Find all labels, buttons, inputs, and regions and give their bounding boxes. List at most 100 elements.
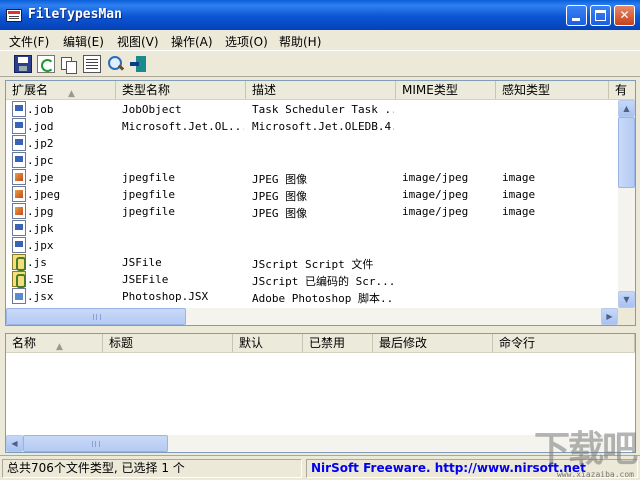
table-row[interactable]: .jpc	[6, 152, 618, 169]
image-file-icon	[12, 186, 26, 202]
file-icon	[12, 220, 26, 236]
cell-description: Microsoft.Jet.OLEDB.4.0	[252, 120, 394, 133]
properties-icon[interactable]	[83, 55, 101, 73]
copy-icon[interactable]	[60, 55, 78, 74]
table-row[interactable]: .jpg jpegfile JPEG 图像 image/jpeg image	[6, 203, 618, 220]
cell-description: JScript Script 文件	[252, 258, 374, 271]
col-name[interactable]: 名称 ▲	[6, 334, 103, 352]
col-last-modified[interactable]: 最后修改	[373, 334, 493, 352]
file-icon	[12, 152, 26, 168]
minimize-icon	[572, 18, 580, 21]
actions-list[interactable]: 名称 ▲ 标题 默认 已禁用 最后修改 命令行 ◀	[5, 333, 636, 453]
vertical-scroll-thumb[interactable]	[618, 117, 635, 188]
actions-scroll-thumb[interactable]	[23, 435, 168, 452]
title-bar[interactable]: FileTypesMan ✕	[0, 0, 640, 30]
image-file-icon	[12, 169, 26, 185]
col-command-line[interactable]: 命令行	[493, 334, 635, 352]
table-row[interactable]: .job JobObject Task Scheduler Task ...	[6, 101, 618, 118]
window-title: FileTypesMan	[28, 7, 122, 22]
actions-horizontal-scrollbar[interactable]: ◀	[6, 435, 618, 452]
file-icon	[12, 101, 26, 117]
cell-mime-type: image/jpeg	[402, 188, 469, 201]
panel-splitter[interactable]	[0, 326, 640, 333]
cell-extension: .job	[27, 103, 54, 116]
file-icon	[12, 237, 26, 253]
maximize-icon	[595, 10, 606, 21]
cell-extension: .JSE	[27, 273, 54, 286]
cell-type-name: Photoshop.JSX	[122, 290, 209, 303]
cell-perceived-type: image	[502, 205, 536, 218]
cell-type-name: jpegfile	[122, 205, 175, 218]
col-default[interactable]: 默认	[233, 334, 303, 352]
cell-perceived-type: image	[502, 188, 536, 201]
sort-ascending-icon: ▲	[68, 89, 75, 99]
menu-view[interactable]: 视图(V)	[117, 33, 159, 50]
cell-description: JPEG 图像	[252, 190, 308, 203]
table-row[interactable]: .js JSFile JScript Script 文件	[6, 254, 618, 271]
nirsoft-link[interactable]: NirSoft Freeware. http://www.nirsoft.net	[306, 459, 638, 478]
menu-bar: 文件(F) 编辑(E) 视图(V) 操作(A) 选项(O) 帮助(H)	[0, 30, 640, 50]
cell-extension: .jpc	[27, 154, 54, 167]
menu-help[interactable]: 帮助(H)	[279, 33, 321, 50]
file-icon	[12, 118, 26, 134]
photoshop-file-icon	[12, 288, 26, 304]
status-file-count: 总共706个文件类型, 已选择 1 个	[2, 459, 302, 478]
menu-edit[interactable]: 编辑(E)	[63, 33, 104, 50]
close-icon: ✕	[619, 8, 630, 22]
col-type-name[interactable]: 类型名称	[116, 81, 246, 99]
col-extension[interactable]: 扩展名 ▲	[6, 81, 116, 99]
exit-icon[interactable]	[130, 55, 148, 73]
maximize-button[interactable]	[590, 5, 611, 26]
table-row[interactable]: .jpx	[6, 237, 618, 254]
toolbar	[0, 50, 640, 77]
cell-extension: .jpeg	[27, 188, 61, 201]
refresh-icon[interactable]	[37, 55, 55, 73]
menu-options[interactable]: 选项(O)	[225, 33, 268, 50]
table-row[interactable]: .jpeg jpegfile JPEG 图像 image/jpeg image	[6, 186, 618, 203]
cell-extension: .jod	[27, 120, 54, 133]
save-icon[interactable]	[14, 55, 32, 73]
scroll-grip-icon	[92, 441, 100, 447]
cell-description: Adobe Photoshop 脚本...	[252, 292, 394, 305]
cell-description: JScript 已编码的 Scr...	[252, 275, 394, 288]
scroll-up-icon[interactable]: ▲	[618, 100, 635, 117]
menu-file[interactable]: 文件(F)	[9, 33, 49, 50]
cell-type-name: jpegfile	[122, 171, 175, 184]
col-mime-type[interactable]: MIME类型	[396, 81, 496, 99]
scrollbar-corner	[618, 308, 635, 325]
cell-mime-type: image/jpeg	[402, 171, 469, 184]
col-title[interactable]: 标题	[103, 334, 233, 352]
script-file-icon	[12, 254, 26, 271]
cell-extension: .jsx	[27, 290, 54, 303]
sort-ascending-icon: ▲	[56, 342, 63, 352]
cell-type-name: jpegfile	[122, 188, 175, 201]
scroll-down-icon[interactable]: ▼	[618, 291, 635, 308]
col-more[interactable]: 有	[609, 81, 635, 99]
table-row[interactable]: .jpk	[6, 220, 618, 237]
table-row[interactable]: .jpe jpegfile JPEG 图像 image/jpeg image	[6, 169, 618, 186]
minimize-button[interactable]	[566, 5, 587, 26]
cell-perceived-type: image	[502, 171, 536, 184]
col-disabled[interactable]: 已禁用	[303, 334, 373, 352]
horizontal-scrollbar[interactable]: ▶	[6, 308, 618, 325]
scroll-right-icon[interactable]: ▶	[601, 308, 618, 325]
cell-description: JPEG 图像	[252, 207, 308, 220]
table-row[interactable]: .JSE JSEFile JScript 已编码的 Scr...	[6, 271, 618, 288]
col-description[interactable]: 描述	[246, 81, 396, 99]
find-icon[interactable]	[107, 55, 125, 73]
horizontal-scroll-thumb[interactable]	[6, 308, 186, 325]
image-file-icon	[12, 203, 26, 219]
col-perceived-type[interactable]: 感知类型	[496, 81, 609, 99]
cell-mime-type: image/jpeg	[402, 205, 469, 218]
menu-actions[interactable]: 操作(A)	[171, 33, 213, 50]
vertical-scrollbar[interactable]: ▲ ▼	[618, 100, 635, 308]
table-row[interactable]: .jsx Photoshop.JSX Adobe Photoshop 脚本...	[6, 288, 618, 305]
file-types-list[interactable]: 扩展名 ▲ 类型名称 描述 MIME类型 感知类型 有 .job JobObjec…	[5, 80, 636, 326]
scroll-left-icon[interactable]: ◀	[6, 435, 23, 452]
table-row[interactable]: .jp2	[6, 135, 618, 152]
close-button[interactable]: ✕	[614, 5, 635, 26]
cell-extension: .jpx	[27, 239, 54, 252]
cell-extension: .js	[27, 256, 47, 269]
table-row[interactable]: .jod Microsoft.Jet.OL... Microsoft.Jet.OLE…	[6, 118, 618, 135]
cell-type-name: JobObject	[122, 103, 182, 116]
